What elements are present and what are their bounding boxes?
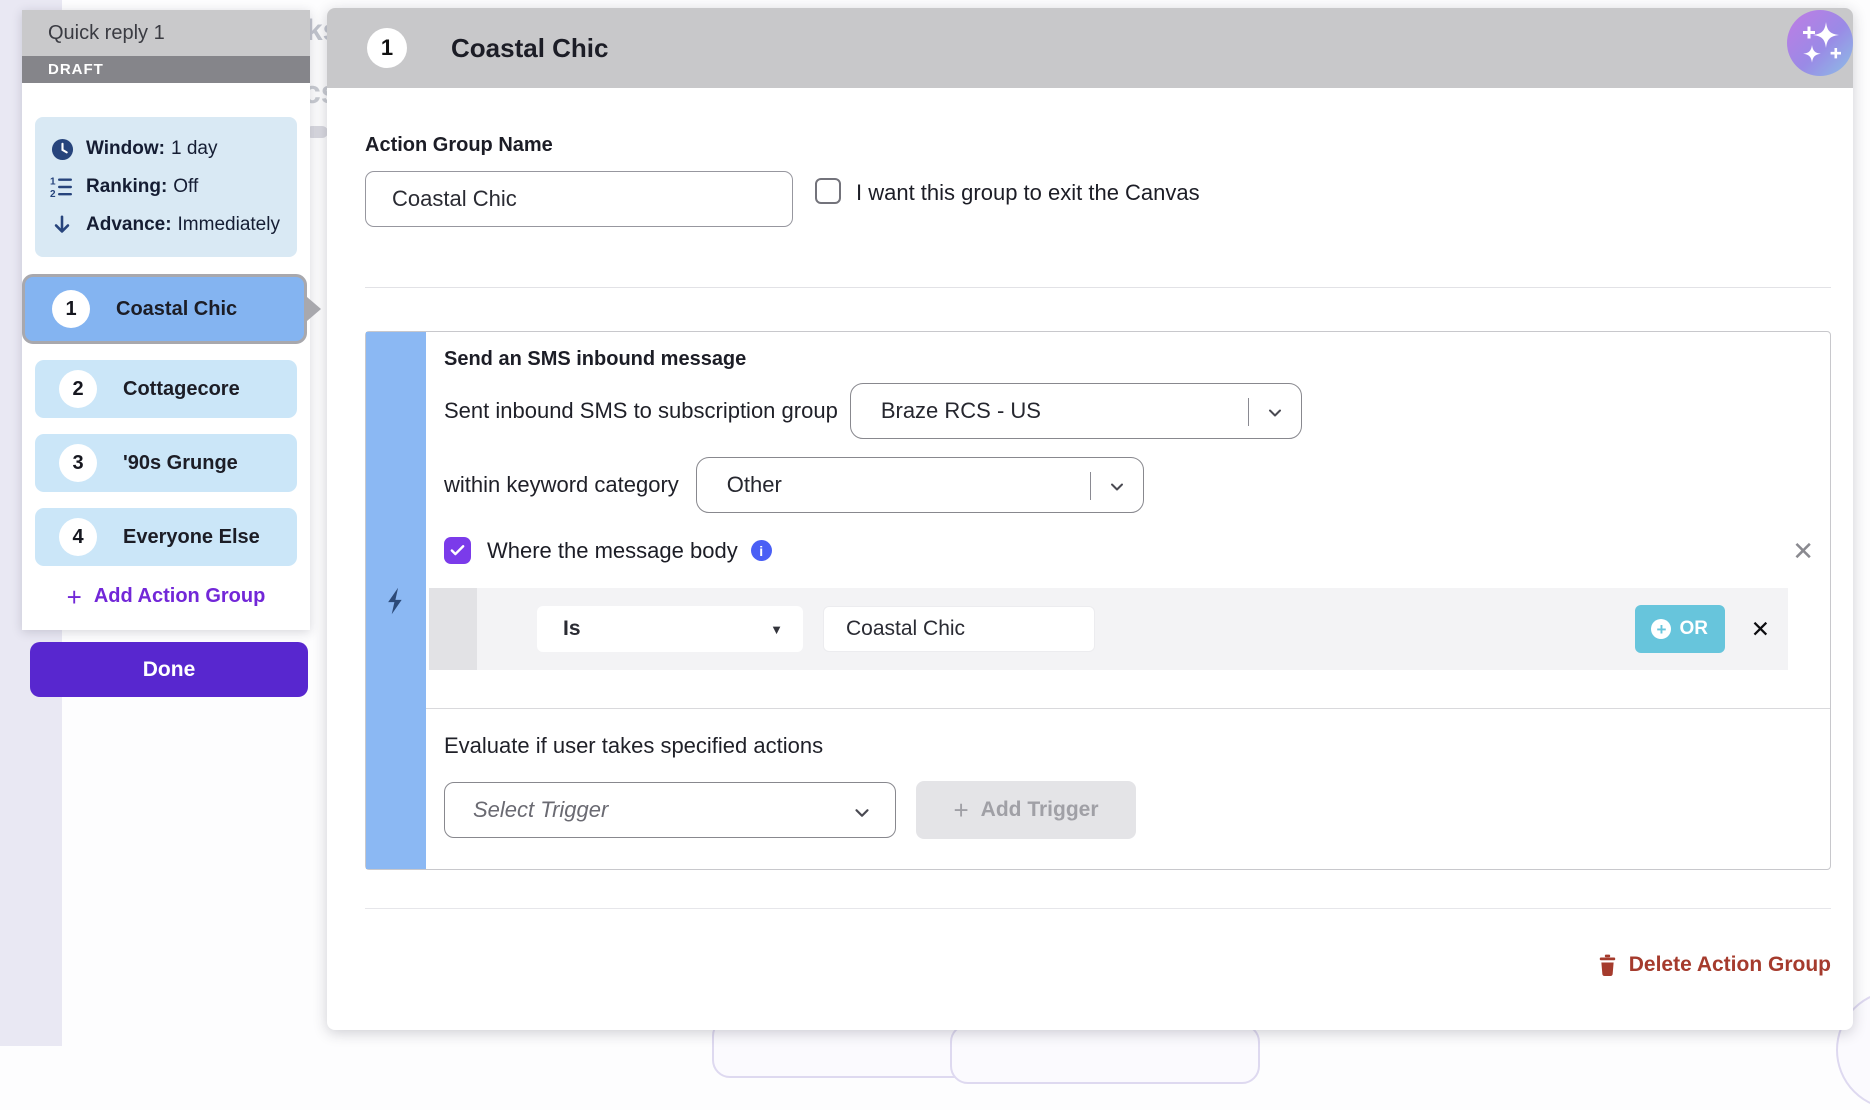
advance-label: Advance: <box>86 214 172 236</box>
sms-trigger-section: Send an SMS inbound message Sent inbound… <box>365 331 1831 870</box>
item-label: Cottagecore <box>123 378 240 401</box>
section-divider <box>365 287 1831 288</box>
sidebar-item-90s-grunge[interactable]: 3 '90s Grunge <box>35 434 297 492</box>
subscription-group-value: Braze RCS - US <box>851 398 1041 424</box>
operator-value: Is <box>563 617 581 641</box>
svg-text:1: 1 <box>50 177 56 188</box>
or-label: OR <box>1679 618 1708 640</box>
clock-icon <box>49 138 75 161</box>
window-value: 1 day <box>171 138 217 160</box>
delete-action-group-label: Delete Action Group <box>1629 953 1831 977</box>
exit-canvas-label: I want this group to exit the Canvas <box>856 180 1200 206</box>
message-body-checkbox[interactable] <box>444 537 471 564</box>
sidebar-item-everyone-else[interactable]: 4 Everyone Else <box>35 508 297 566</box>
advance-value: Immediately <box>178 214 280 236</box>
item-number-badge: 4 <box>59 518 97 556</box>
ranking-label: Ranking: <box>86 176 167 198</box>
item-label: Everyone Else <box>123 526 260 549</box>
delete-action-group-button[interactable]: Delete Action Group <box>365 953 1831 977</box>
add-or-condition-button[interactable]: + OR <box>1635 605 1725 653</box>
numbered-list-icon: 12 <box>49 175 75 199</box>
chevron-down-icon <box>1107 477 1127 502</box>
summary-advance-row: Advance: Immediately <box>49 206 283 244</box>
check-icon <box>449 542 466 559</box>
add-action-group-button[interactable]: + Add Action Group <box>35 585 297 608</box>
window-label: Window: <box>86 138 165 160</box>
chevron-down-icon <box>1265 403 1285 428</box>
sidebar-item-cottagecore[interactable]: 2 Cottagecore <box>35 360 297 418</box>
add-trigger-label: Add Trigger <box>981 798 1099 822</box>
dropdown-triangle-icon: ▼ <box>770 622 783 637</box>
add-trigger-button[interactable]: + Add Trigger <box>916 781 1136 839</box>
delete-condition-icon[interactable]: ✕ <box>1751 618 1770 641</box>
ranking-value: Off <box>173 176 198 198</box>
remove-condition-group-icon[interactable]: ✕ <box>1792 538 1814 564</box>
exit-canvas-checkbox[interactable] <box>815 178 841 204</box>
trigger-placeholder: Select Trigger <box>445 797 608 823</box>
add-action-group-label: Add Action Group <box>94 585 265 608</box>
status-badge: DRAFT <box>22 56 310 83</box>
background-canvas-shape <box>950 1024 1260 1084</box>
keyword-category-select[interactable]: Other <box>696 457 1144 513</box>
arrow-down-icon <box>49 213 75 237</box>
action-group-name-input[interactable] <box>365 171 793 227</box>
sms-section-heading: Send an SMS inbound message <box>444 348 1802 371</box>
drag-handle[interactable] <box>429 588 477 670</box>
info-icon[interactable]: i <box>751 540 772 561</box>
item-number-badge: 1 <box>52 290 90 328</box>
step-number-badge: 1 <box>367 28 407 68</box>
subscription-group-select[interactable]: Braze RCS - US <box>850 383 1302 439</box>
chevron-down-icon <box>851 802 873 829</box>
step-summary-box: Window: 1 day 12 Ranking: Off Advance: I… <box>35 117 297 257</box>
action-group-name-label: Action Group Name <box>365 134 1831 157</box>
action-group-header: 1 Coastal Chic <box>327 8 1853 88</box>
svg-text:2: 2 <box>50 189 56 199</box>
evaluate-label: Evaluate if user takes specified actions <box>444 733 1802 759</box>
keyword-category-value: Other <box>697 472 782 498</box>
trash-icon <box>1597 954 1618 977</box>
sidebar-item-coastal-chic[interactable]: 1 Coastal Chic <box>22 274 307 344</box>
item-label: '90s Grunge <box>123 452 238 475</box>
ai-sparkle-button[interactable] <box>1785 8 1855 78</box>
item-number-badge: 3 <box>59 444 97 482</box>
item-label: Coastal Chic <box>116 298 237 321</box>
summary-ranking-row: 12 Ranking: Off <box>49 168 283 206</box>
evaluate-divider <box>426 708 1830 709</box>
trigger-accent-strip <box>366 332 426 869</box>
plus-icon: + <box>67 587 82 607</box>
plus-icon: + <box>953 795 968 826</box>
subscription-group-label: Sent inbound SMS to subscription group <box>444 398 838 424</box>
quick-reply-sidebar: Quick reply 1 DRAFT Window: 1 day 12 Ran… <box>22 10 310 630</box>
trigger-select[interactable]: Select Trigger <box>444 782 896 838</box>
combobox-divider <box>1090 472 1091 500</box>
action-group-editor-panel: 1 Coastal Chic Action Group Name I want … <box>327 8 1853 1030</box>
item-number-badge: 2 <box>59 370 97 408</box>
keyword-category-label: within keyword category <box>444 472 679 498</box>
lightning-bolt-icon <box>382 586 410 616</box>
done-button[interactable]: Done <box>30 642 308 697</box>
footer-divider <box>365 908 1831 909</box>
sidebar-title: Quick reply 1 <box>22 10 310 56</box>
combobox-divider <box>1248 398 1249 426</box>
condition-row: Is ▼ + OR ✕ <box>429 588 1788 670</box>
message-body-label: Where the message body <box>487 538 738 564</box>
page-title: Coastal Chic <box>451 33 609 64</box>
condition-value-input[interactable] <box>823 606 1095 652</box>
operator-select[interactable]: Is ▼ <box>537 606 803 652</box>
summary-window-row: Window: 1 day <box>49 130 283 168</box>
plus-circle-icon: + <box>1651 619 1671 639</box>
